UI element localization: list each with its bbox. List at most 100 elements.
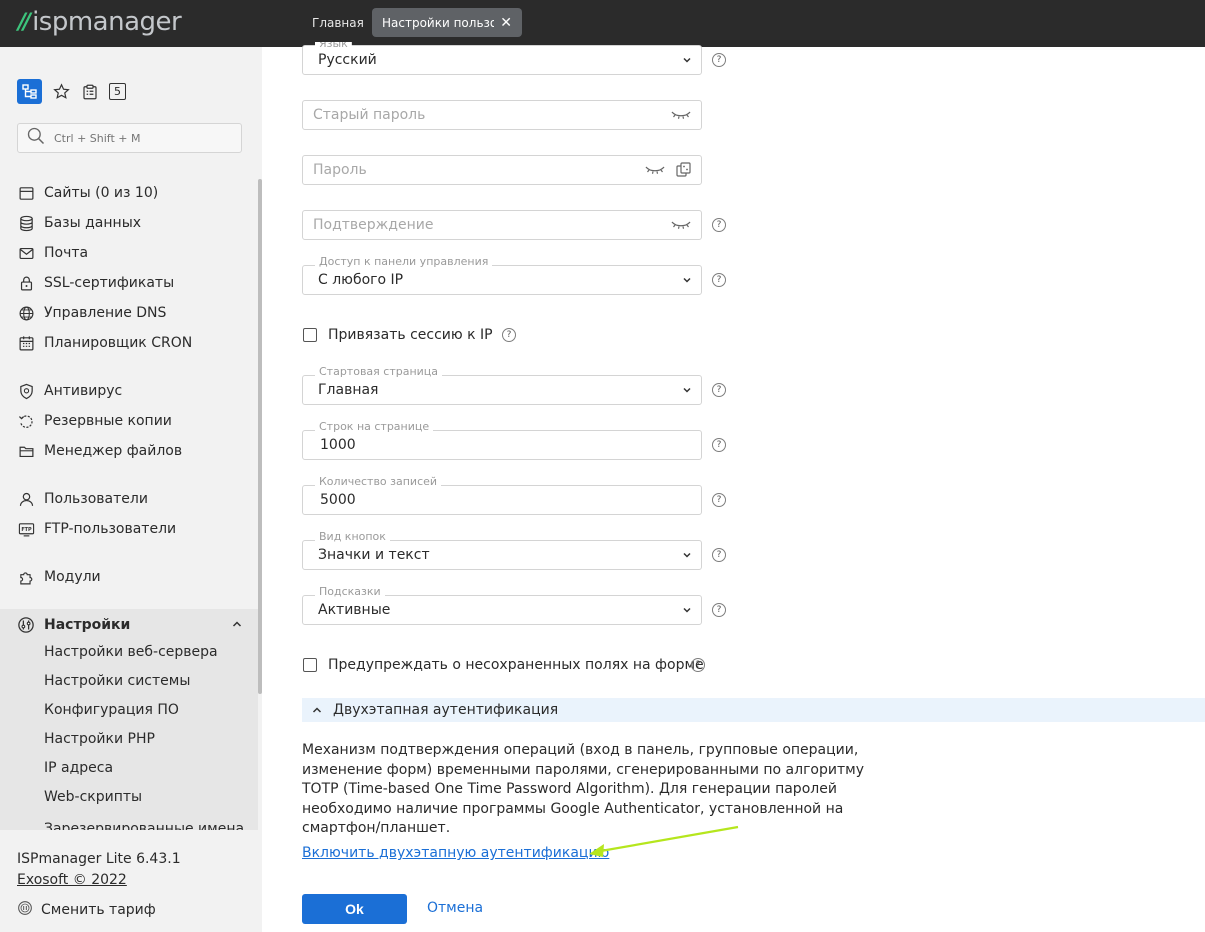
help-icon[interactable]: ? <box>502 328 516 342</box>
confirm-password-placeholder: Подтверждение <box>313 217 434 233</box>
enable-twofa-link[interactable]: Включить двухэтапную аутентификацию <box>302 845 609 861</box>
chevron-down-icon <box>683 552 691 558</box>
records-count-input[interactable]: Количество записей 5000 <box>302 475 702 515</box>
rows-per-page-label: Строк на странице <box>315 420 434 433</box>
eye-closed-icon[interactable] <box>671 109 691 121</box>
eye-closed-icon[interactable] <box>671 219 691 231</box>
sidebar-footer: ISPmanager Lite 6.43.1 Exosoft © 2022 См… <box>0 830 262 932</box>
clipboard-icon[interactable] <box>80 82 100 102</box>
access-label: Доступ к панели управления <box>315 255 493 268</box>
tab-home-label: Главная <box>312 15 364 30</box>
sidebar-item-cron[interactable]: Планировщик CRON <box>17 332 192 354</box>
sidebar-item-label: Менеджер файлов <box>44 443 183 459</box>
records-count-label: Количество записей <box>315 475 442 488</box>
language-value: Русский <box>318 52 377 68</box>
sidebar-scrollbar[interactable] <box>258 179 262 694</box>
help-icon[interactable]: ? <box>712 383 726 397</box>
cancel-button[interactable]: Отмена <box>427 900 483 916</box>
tree-icon[interactable] <box>17 79 42 104</box>
sidebar-subitem-webscripts[interactable]: Web-скрипты <box>44 789 142 805</box>
tab-home[interactable]: Главная <box>302 8 374 37</box>
hints-label: Подсказки <box>315 585 385 598</box>
logo-text: ispmanager <box>32 7 182 37</box>
help-icon[interactable]: ? <box>712 218 726 232</box>
ftp-icon: FTP <box>17 520 35 538</box>
sidebar-item-backups[interactable]: Резервные копии <box>17 410 172 432</box>
backup-icon <box>17 412 35 430</box>
close-icon[interactable]: ✕ <box>500 15 512 31</box>
confirm-password-field[interactable]: Подтверждение <box>302 210 702 240</box>
sidebar-item-ssl[interactable]: SSL-сертификаты <box>17 272 174 294</box>
twofa-section-title: Двухэтапная аутентификация <box>333 702 559 718</box>
language-select[interactable]: Язык Русский <box>302 42 702 75</box>
notifications-counter[interactable]: 5 <box>109 83 126 100</box>
sidebar-item-users[interactable]: Пользователи <box>17 488 148 510</box>
sidebar-item-label: Пользователи <box>44 491 148 507</box>
sidebar-item-settings[interactable]: Настройки <box>17 614 130 636</box>
sidebar-item-label: Почта <box>44 245 89 261</box>
sidebar-search[interactable] <box>17 123 242 153</box>
twofa-section-header[interactable]: Двухэтапная аутентификация <box>302 698 1205 722</box>
sidebar-item-databases[interactable]: Базы данных <box>17 212 141 234</box>
tab-user-settings[interactable]: Настройки пользо... ✕ <box>372 8 522 37</box>
star-icon[interactable] <box>51 82 71 102</box>
rows-per-page-value: 1000 <box>320 437 356 453</box>
user-icon <box>17 490 35 508</box>
help-icon[interactable]: ? <box>712 603 726 617</box>
sidebar-item-dns[interactable]: Управление DNS <box>17 302 166 324</box>
help-icon[interactable]: ? <box>712 438 726 452</box>
sidebar-item-ftp-users[interactable]: FTP FTP-пользователи <box>17 518 176 540</box>
checkbox-box[interactable] <box>303 658 317 672</box>
rows-per-page-input[interactable]: Строк на странице 1000 <box>302 420 702 460</box>
sidebar-item-label: Резервные копии <box>44 413 172 429</box>
sidebar-item-file-manager[interactable]: Менеджер файлов <box>17 440 182 462</box>
sidebar-item-label: Планировщик CRON <box>44 335 193 351</box>
warn-unsaved-checkbox[interactable]: Предупреждать о несохраненных полях на ф… <box>303 657 704 673</box>
checkbox-box[interactable] <box>303 328 317 342</box>
sidebar-item-sites[interactable]: Сайты (0 из 10) <box>17 182 158 204</box>
sidebar-subitem-webserver[interactable]: Настройки веб-сервера <box>44 644 218 660</box>
chevron-down-icon <box>683 277 691 283</box>
access-value: С любого IP <box>318 272 404 288</box>
old-password-placeholder: Старый пароль <box>313 107 426 123</box>
sidebar-item-label: Антивирус <box>44 383 123 399</box>
access-select[interactable]: Доступ к панели управления С любого IP <box>302 255 702 295</box>
help-icon[interactable]: ? <box>712 273 726 287</box>
generate-password-icon[interactable] <box>676 162 691 178</box>
hints-select[interactable]: Подсказки Активные <box>302 585 702 625</box>
sidebar-subitem-ip[interactable]: IP адреса <box>44 760 113 776</box>
buttons-view-select[interactable]: Вид кнопок Значки и текст <box>302 530 702 570</box>
bind-session-label: Привязать сессию к IP <box>328 327 493 343</box>
sidebar-item-mail[interactable]: Почта <box>17 242 88 264</box>
help-icon[interactable]: ? <box>691 658 705 672</box>
sidebar: 5 Сайты (0 из 10) Базы данных Почта SSL-… <box>0 47 262 932</box>
lock-icon <box>17 274 35 292</box>
password-placeholder: Пароль <box>313 162 367 178</box>
chevron-down-icon <box>683 57 691 63</box>
warn-unsaved-label: Предупреждать о несохраненных полях на ф… <box>328 657 704 673</box>
sidebar-subitem-software[interactable]: Конфигурация ПО <box>44 702 179 718</box>
sidebar-item-modules[interactable]: Модули <box>17 566 101 588</box>
ispmanager-logo[interactable]: // ispmanager <box>18 7 182 37</box>
eye-closed-icon[interactable] <box>645 164 665 176</box>
sidebar-subitem-php[interactable]: Настройки PHP <box>44 731 155 747</box>
old-password-field[interactable]: Старый пароль <box>302 100 702 130</box>
copyright-link[interactable]: Exosoft © 2022 <box>17 872 127 888</box>
help-icon[interactable]: ? <box>712 53 726 67</box>
start-page-select[interactable]: Стартовая страница Главная <box>302 365 702 405</box>
chevron-down-icon <box>683 387 691 393</box>
change-tariff-button[interactable]: Сменить тариф <box>17 900 156 920</box>
version-label: ISPmanager Lite 6.43.1 <box>17 851 181 867</box>
bind-session-checkbox[interactable]: Привязать сессию к IP <box>303 327 493 343</box>
folder-icon <box>17 442 35 460</box>
help-icon[interactable]: ? <box>712 548 726 562</box>
help-icon[interactable]: ? <box>712 493 726 507</box>
start-page-label: Стартовая страница <box>315 365 443 378</box>
ok-button[interactable]: Ok <box>302 894 407 924</box>
password-field[interactable]: Пароль <box>302 155 702 185</box>
sidebar-item-antivirus[interactable]: Антивирус <box>17 380 122 402</box>
sidebar-subitem-system[interactable]: Настройки системы <box>44 673 190 689</box>
search-input[interactable] <box>54 131 234 145</box>
chevron-up-icon[interactable] <box>231 618 243 634</box>
svg-text:FTP: FTP <box>21 526 32 532</box>
